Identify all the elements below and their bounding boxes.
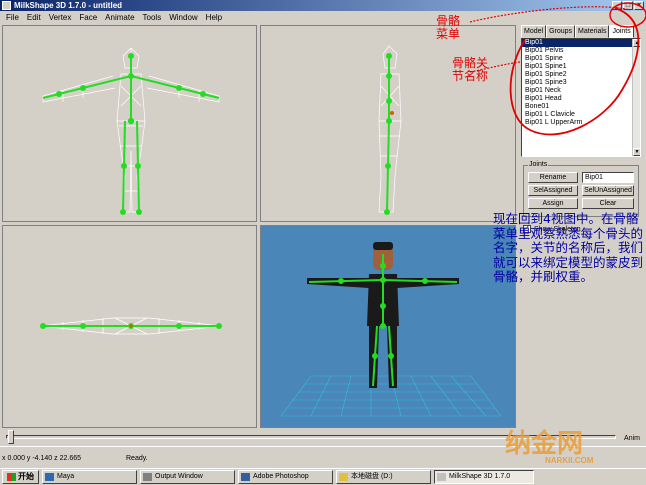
taskbar-item-output-window[interactable]: Output Window <box>140 470 235 484</box>
anim-label[interactable]: Anim <box>624 435 640 442</box>
watermark-logo: 纳金网 <box>505 429 584 459</box>
taskbar-item-milkshape[interactable]: MilkShape 3D 1.7.0 <box>434 470 534 484</box>
status-message: Ready. <box>126 455 148 462</box>
window-icon <box>143 473 152 481</box>
milkshape-icon <box>437 473 446 481</box>
windows-logo-icon <box>7 473 16 481</box>
watermark-sub: NARKII.COM <box>545 456 594 465</box>
menu-annotation: 骨骼菜单 <box>436 14 461 41</box>
start-label: 开始 <box>18 472 34 481</box>
joint-annotation: 骨骼关节名称 <box>452 56 489 83</box>
start-button[interactable]: 开始 <box>2 470 39 484</box>
coordinate-readout: x 0.000 y -4.140 z 22.665 <box>2 455 81 462</box>
taskbar-item-maya[interactable]: Maya <box>42 470 137 484</box>
taskbar-item-photoshop[interactable]: Adobe Photoshop <box>238 470 333 484</box>
photoshop-icon <box>241 473 250 481</box>
timeline-slider-handle[interactable] <box>8 430 14 444</box>
instruction-text: 现在回到4视图中。在骨骼菜单里观察熟悉每个骨头的名字，关节的名称后，我们就可以来… <box>493 211 644 284</box>
taskbar-item-local-disk[interactable]: 本地磁盘 (D:) <box>336 470 431 484</box>
taskbar: 开始 Maya Output Window Adobe Photoshop 本地… <box>0 468 646 485</box>
folder-icon <box>339 473 348 481</box>
maya-icon <box>45 473 54 481</box>
